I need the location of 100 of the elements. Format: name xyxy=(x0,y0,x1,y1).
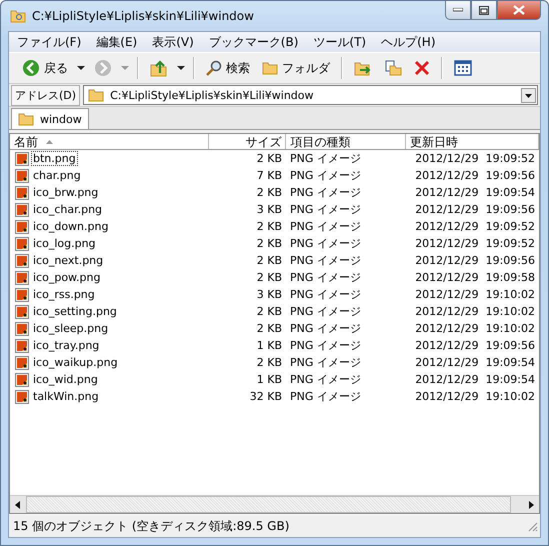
folder-icon xyxy=(88,88,104,102)
dropdown-icon[interactable] xyxy=(521,88,536,102)
table-cell-text: PNG イメージ xyxy=(289,338,362,353)
file-name[interactable]: ico_down.png xyxy=(31,219,110,234)
maximize-button[interactable] xyxy=(471,1,497,20)
folder-arrow-icon xyxy=(354,60,372,76)
close-button[interactable] xyxy=(497,1,541,20)
menu-item[interactable]: ツール(T) xyxy=(313,34,366,50)
table-cell-text: 2 KB xyxy=(256,356,284,369)
table-cell-text: 2012/12/29 19:09:52 xyxy=(414,152,536,165)
menu-item[interactable]: 編集(E) xyxy=(96,34,138,50)
table-cell-text: PNG イメージ xyxy=(289,355,362,370)
image-file-icon xyxy=(15,338,29,352)
table-cell-text: PNG イメージ xyxy=(289,151,362,166)
table-cell-text: 2 KB xyxy=(256,254,284,267)
table-cell-text: PNG イメージ xyxy=(289,270,362,285)
table-cell-text: PNG イメージ xyxy=(289,372,362,387)
folder-tab[interactable]: window xyxy=(11,108,89,129)
caret-icon[interactable] xyxy=(177,66,185,70)
table-cell-text: PNG イメージ xyxy=(289,304,362,319)
address-label: アドレス(D) xyxy=(11,84,80,106)
table-cell-text: 1 KB xyxy=(256,339,284,352)
file-name[interactable]: ico_waikup.png xyxy=(31,355,120,370)
table-cell-text: 2012/12/29 19:09:56 xyxy=(414,203,536,216)
table-cell-text: 2012/12/29 19:10:02 xyxy=(414,305,536,318)
image-file-icon xyxy=(15,236,29,250)
caret-icon[interactable] xyxy=(77,66,85,70)
table-cell-text: 2 KB xyxy=(256,186,284,199)
image-file-icon xyxy=(15,390,29,404)
table-cell-text: 2012/12/29 19:09:54 xyxy=(414,186,536,199)
table-cell-text: 32 KB xyxy=(248,390,284,403)
folder-icon xyxy=(262,61,278,75)
folder-icon xyxy=(18,112,34,126)
file-name[interactable]: talkWin.png xyxy=(31,389,101,404)
image-file-icon xyxy=(15,372,29,386)
file-name[interactable]: ico_tray.png xyxy=(31,338,102,353)
status-text: 15 個のオブジェクト (空きディスク領域:89.5 GB) xyxy=(13,518,290,534)
column-header[interactable]: 更新日時 xyxy=(406,134,539,149)
file-name[interactable]: ico_rss.png xyxy=(31,287,97,302)
resize-grip-icon[interactable] xyxy=(526,520,538,532)
menu-item[interactable]: 表示(V) xyxy=(152,34,194,50)
search-icon xyxy=(206,60,222,76)
table-cell-text: 2012/12/29 19:10:02 xyxy=(414,390,536,403)
file-name[interactable]: ico_pow.png xyxy=(31,270,102,285)
table-cell-text: 2 KB xyxy=(256,271,284,284)
table-cell-text: 2 KB xyxy=(256,237,284,250)
file-name[interactable]: ico_setting.png xyxy=(31,304,119,319)
sort-arrow-icon xyxy=(46,140,53,144)
table-cell-text: 2 KB xyxy=(256,152,284,165)
table-cell-text: PNG イメージ xyxy=(289,389,362,404)
table-cell-text: PNG イメージ xyxy=(289,219,362,234)
table-cell-text: 2 KB xyxy=(256,322,284,335)
file-name[interactable]: ico_log.png xyxy=(31,236,98,251)
search-button[interactable]: 検索 xyxy=(203,58,253,78)
table-cell-text: PNG イメージ xyxy=(289,185,362,200)
table-cell-text: 2012/12/29 19:09:52 xyxy=(414,237,536,250)
menu-item[interactable]: ファイル(F) xyxy=(17,34,82,50)
file-name[interactable]: btn.png xyxy=(31,151,78,166)
minimize-button[interactable] xyxy=(445,1,471,20)
image-file-icon xyxy=(15,304,29,318)
file-name[interactable]: ico_brw.png xyxy=(31,185,100,200)
table-cell-text: 2012/12/29 19:09:54 xyxy=(414,373,536,386)
table-cell-text: 2012/12/29 19:10:02 xyxy=(414,322,536,335)
table-cell-text: 3 KB xyxy=(256,203,284,216)
table-cell-text: 7 KB xyxy=(256,169,284,182)
image-file-icon xyxy=(15,186,29,200)
column-header[interactable]: 名前 xyxy=(10,134,209,149)
folder-icon xyxy=(10,9,26,23)
delete-icon xyxy=(414,60,430,76)
image-file-icon xyxy=(15,168,29,182)
file-name[interactable]: ico_char.png xyxy=(31,202,104,217)
image-file-icon xyxy=(15,220,29,234)
table-cell-text: PNG イメージ xyxy=(289,253,362,268)
file-name[interactable]: char.png xyxy=(31,168,83,183)
table-cell-text: 2 KB xyxy=(256,305,284,318)
folders-button[interactable]: フォルダ xyxy=(259,58,333,78)
file-name[interactable]: ico_sleep.png xyxy=(31,321,110,336)
column-header[interactable]: 項目の種類 xyxy=(286,134,406,149)
address-field[interactable]: C:¥LipliStyle¥Liplis¥skin¥Lili¥window xyxy=(83,85,538,105)
file-name[interactable]: ico_wid.png xyxy=(31,372,100,387)
back-button[interactable]: 戻る xyxy=(19,57,71,79)
image-file-icon xyxy=(15,322,29,336)
table-cell-text: PNG イメージ xyxy=(289,287,362,302)
table-cell-text: 2012/12/29 19:09:56 xyxy=(414,339,536,352)
menu-item[interactable]: ブックマーク(B) xyxy=(208,34,298,50)
column-header[interactable]: サイズ xyxy=(208,134,286,149)
table-cell-text: 2012/12/29 19:09:56 xyxy=(414,169,536,182)
image-file-icon xyxy=(15,356,29,370)
minimize-icon xyxy=(453,8,463,12)
menu-item[interactable]: ヘルプ(H) xyxy=(381,34,436,50)
views-icon xyxy=(454,60,472,76)
window-title: C:¥LipliStyle¥Liplis¥skin¥Lili¥window xyxy=(32,9,254,23)
file-name[interactable]: ico_next.png xyxy=(31,253,106,268)
table-cell-text: PNG イメージ xyxy=(289,321,362,336)
copy-folder-icon xyxy=(384,60,402,76)
maximize-icon xyxy=(479,6,489,14)
table-cell-text: 2012/12/29 19:09:58 xyxy=(414,271,536,284)
folder-up-icon xyxy=(150,59,168,77)
close-icon xyxy=(513,5,525,15)
image-file-icon xyxy=(15,288,29,302)
